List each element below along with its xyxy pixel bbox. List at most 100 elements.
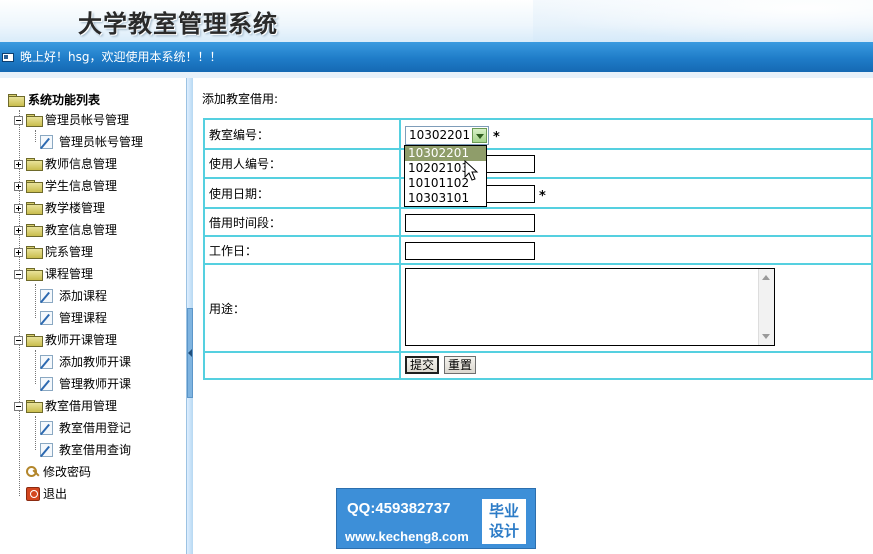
expand-icon[interactable] <box>14 182 23 191</box>
tree-connector <box>35 130 36 142</box>
sidebar-item-admin-accounts[interactable]: 管理员帐号管理 <box>14 110 184 130</box>
form-row-user: 使用人编号： <box>205 150 871 179</box>
reset-button[interactable]: 重置 <box>444 356 477 374</box>
sidebar-splitter[interactable] <box>186 78 193 554</box>
tree-connector <box>35 416 36 450</box>
welcome-bar: 晚上好！hsg，欢迎使用本系统！！！ <box>0 42 873 72</box>
mouse-cursor-icon <box>464 160 479 181</box>
room-select[interactable]: 10302201 <box>405 126 489 145</box>
borrow-form: 教室编号： 10302201 * 使用人编号： 使用日期： * 借用时间段： 工… <box>203 118 873 380</box>
sidebar-item-manage-courses[interactable]: 管理课程 <box>40 308 186 328</box>
required-mark: * <box>493 130 500 145</box>
sidebar-item-add-teacher-course[interactable]: 添加教师开课 <box>40 352 186 372</box>
actions-cell: 提交 重置 <box>403 353 871 378</box>
form-row-actions: 提交 重置 <box>205 353 871 378</box>
sidebar-item-label: 教室借用查询 <box>59 443 132 457</box>
expand-icon[interactable] <box>14 226 23 235</box>
expand-icon[interactable] <box>14 204 23 213</box>
sidebar-item-label: 教学楼管理 <box>45 201 106 215</box>
collapse-icon[interactable] <box>14 336 23 345</box>
date-label: 使用日期： <box>205 179 401 207</box>
app-header: 大学教室管理系统 <box>0 0 873 42</box>
sidebar-item-add-course[interactable]: 添加课程 <box>40 286 186 306</box>
usage-label: 用途： <box>205 265 401 351</box>
period-value-cell <box>403 209 871 235</box>
submit-button[interactable]: 提交 <box>405 356 440 374</box>
sidebar-item-borrow-query[interactable]: 教室借用查询 <box>40 440 186 460</box>
textarea-scrollbar[interactable] <box>758 269 774 345</box>
sidebar-item-room-borrowing[interactable]: 教室借用管理 <box>14 396 184 416</box>
workday-input[interactable] <box>405 242 535 260</box>
folder-open-icon <box>26 114 43 127</box>
tree-connector <box>35 350 36 384</box>
scroll-up-icon[interactable] <box>762 275 770 280</box>
user-label: 使用人编号： <box>205 150 401 177</box>
sidebar-item-logout[interactable]: 退出 <box>26 484 186 504</box>
chevron-down-icon[interactable] <box>472 128 487 143</box>
sidebar-item-label: 教室借用管理 <box>45 399 118 413</box>
edit-page-icon <box>40 311 53 325</box>
folder-open-icon <box>26 334 43 347</box>
page-title: 添加教室借用: <box>202 92 279 106</box>
sidebar-tree: 系统功能列表 管理员帐号管理 管理员帐号管理 教师信息管理 学生信息管理 教学楼… <box>0 78 186 554</box>
required-mark: * <box>539 189 546 204</box>
edit-page-icon <box>40 421 53 435</box>
sidebar-item-classrooms[interactable]: 教室信息管理 <box>14 220 184 240</box>
form-row-date: 使用日期： * <box>205 179 871 209</box>
folder-open-icon <box>26 400 43 413</box>
sidebar-item-label: 学生信息管理 <box>45 179 118 193</box>
sidebar-item-label: 教师开课管理 <box>45 333 118 347</box>
room-value-cell: 10302201 * <box>403 120 871 148</box>
sidebar-item-students[interactable]: 学生信息管理 <box>14 176 184 196</box>
edit-page-icon <box>40 135 53 149</box>
edit-page-icon <box>40 289 53 303</box>
sidebar-item-label: 管理员帐号管理 <box>59 135 144 149</box>
header-decoration <box>533 0 873 42</box>
sidebar-item-admin-accounts-page[interactable]: 管理员帐号管理 <box>40 132 186 152</box>
room-option[interactable]: 10303101 <box>405 191 486 206</box>
tree-root[interactable]: 系统功能列表 <box>8 90 178 110</box>
sidebar-item-buildings[interactable]: 教学楼管理 <box>14 198 184 218</box>
collapse-icon[interactable] <box>14 270 23 279</box>
watermark-site: www.kecheng8.com <box>345 529 469 544</box>
sidebar-item-manage-teacher-courses[interactable]: 管理教师开课 <box>40 374 186 394</box>
watermark-banner: QQ:459382737 www.kecheng8.com 毕业 设计 <box>336 488 536 549</box>
sidebar-item-label: 管理教师开课 <box>59 377 132 391</box>
sidebar-item-label: 教师信息管理 <box>45 157 118 171</box>
sidebar-item-courses[interactable]: 课程管理 <box>14 264 184 284</box>
usage-textarea[interactable] <box>405 268 775 346</box>
folder-icon <box>26 158 43 171</box>
edit-page-icon <box>40 443 53 457</box>
room-option[interactable]: 10302201 <box>405 146 486 161</box>
sidebar-item-teacher-courses[interactable]: 教师开课管理 <box>14 330 184 350</box>
form-row-workday: 工作日： <box>205 237 871 265</box>
tree-connector <box>35 284 36 318</box>
scroll-down-icon[interactable] <box>762 334 770 339</box>
watermark-badge-line: 毕业 <box>488 502 519 520</box>
actions-label-cell <box>205 353 401 378</box>
form-row-usage: 用途： <box>205 265 871 353</box>
sidebar-item-label: 管理员帐号管理 <box>45 113 130 127</box>
collapse-icon[interactable] <box>14 116 23 125</box>
sidebar-item-change-password[interactable]: 修改密码 <box>26 462 186 482</box>
sidebar-item-label: 教室信息管理 <box>45 223 118 237</box>
sidebar-item-teachers[interactable]: 教师信息管理 <box>14 154 184 174</box>
sidebar-item-label: 退出 <box>43 487 68 501</box>
sidebar-item-label: 院系管理 <box>45 245 94 259</box>
sidebar-item-borrow-register[interactable]: 教室借用登记 <box>40 418 186 438</box>
sidebar-item-departments[interactable]: 院系管理 <box>14 242 184 262</box>
tree-root-label: 系统功能列表 <box>28 93 101 107</box>
period-input[interactable] <box>405 214 535 232</box>
workday-value-cell <box>403 237 871 263</box>
power-icon <box>26 487 40 501</box>
workday-label: 工作日： <box>205 237 401 263</box>
watermark-badge-line: 设计 <box>488 522 519 540</box>
collapse-icon[interactable] <box>14 402 23 411</box>
expand-icon[interactable] <box>14 248 23 257</box>
expand-icon[interactable] <box>14 160 23 169</box>
sidebar-item-label: 课程管理 <box>45 267 94 281</box>
room-label: 教室编号： <box>205 120 401 148</box>
folder-open-icon <box>8 94 25 107</box>
sidebar-item-label: 修改密码 <box>43 465 92 479</box>
usage-value-cell <box>403 265 871 351</box>
